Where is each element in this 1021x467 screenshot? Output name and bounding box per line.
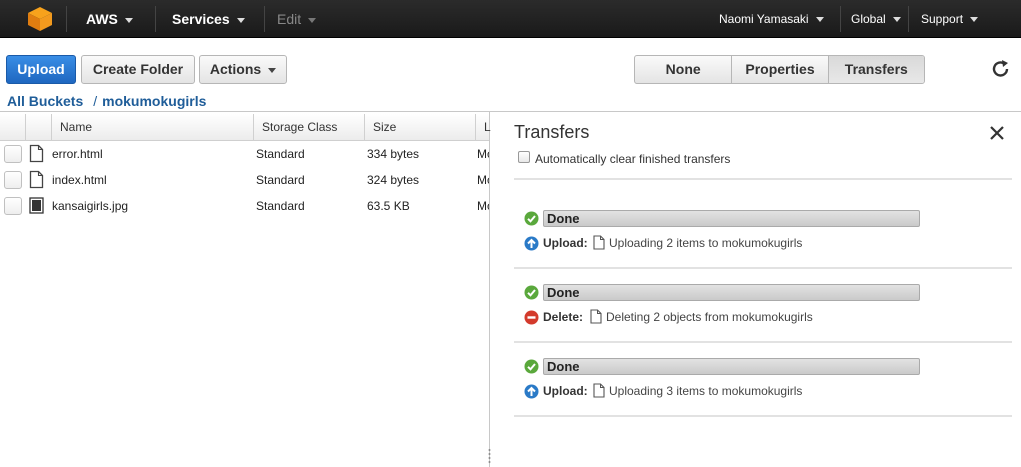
upload-arrow-icon bbox=[524, 236, 539, 251]
panel-divider bbox=[514, 178, 1012, 180]
storage-class: Standard bbox=[256, 147, 305, 161]
services-menu-label: Services bbox=[172, 11, 230, 27]
actions-button-label: Actions bbox=[209, 61, 262, 77]
nav-separator bbox=[264, 6, 265, 32]
document-icon bbox=[590, 309, 602, 324]
row-checkbox[interactable] bbox=[4, 145, 22, 163]
file-size: 334 bytes bbox=[367, 147, 420, 161]
support-menu[interactable]: Support bbox=[921, 0, 979, 38]
top-nav-bar: AWS Services Edit Naomi Yamasaki Global … bbox=[0, 0, 1021, 38]
region-menu[interactable]: Global bbox=[851, 0, 901, 38]
transfers-toggle-button[interactable]: Transfers bbox=[828, 56, 924, 83]
table-header: Name Storage Class Size L bbox=[0, 114, 491, 141]
resize-grip-icon[interactable] bbox=[487, 447, 492, 465]
file-size: 63.5 KB bbox=[367, 199, 410, 213]
support-menu-label: Support bbox=[921, 12, 964, 26]
last-modified: Mo bbox=[477, 147, 489, 161]
document-icon bbox=[29, 144, 44, 163]
transfer-operation: Upload: bbox=[543, 236, 588, 250]
delete-icon bbox=[524, 310, 539, 325]
auto-clear-checkbox[interactable] bbox=[518, 151, 530, 163]
file-name[interactable]: error.html bbox=[52, 141, 252, 167]
chevron-down-icon bbox=[124, 17, 133, 23]
file-name[interactable]: index.html bbox=[52, 167, 252, 193]
image-icon bbox=[29, 197, 44, 214]
row-checkbox[interactable] bbox=[4, 197, 22, 215]
document-icon bbox=[593, 383, 605, 398]
file-name[interactable]: kansaigirls.jpg bbox=[52, 193, 252, 219]
view-toggle-group: None Properties Transfers bbox=[634, 55, 925, 84]
storage-class: Standard bbox=[256, 173, 305, 187]
check-circle-icon bbox=[524, 285, 539, 300]
user-menu[interactable]: Naomi Yamasaki bbox=[719, 0, 824, 38]
nav-separator bbox=[908, 6, 909, 32]
transfer-progress-bar: Done bbox=[543, 210, 920, 227]
chevron-down-icon bbox=[236, 17, 245, 23]
table-row[interactable]: kansaigirls.jpg Standard 63.5 KB Mo bbox=[0, 193, 489, 219]
check-circle-icon bbox=[524, 359, 539, 374]
services-menu[interactable]: Services bbox=[172, 0, 245, 38]
column-header-storage-class[interactable]: Storage Class bbox=[254, 114, 365, 141]
region-menu-label: Global bbox=[851, 12, 886, 26]
chevron-down-icon bbox=[268, 67, 277, 73]
aws-cube-logo-icon[interactable] bbox=[26, 6, 54, 32]
transfer-operation: Delete: bbox=[543, 310, 584, 324]
last-modified: Mo bbox=[477, 199, 489, 213]
transfer-progress-bar: Done bbox=[543, 284, 920, 301]
chevron-down-icon bbox=[970, 17, 979, 23]
table-row[interactable]: error.html Standard 334 bytes Mo bbox=[0, 141, 489, 167]
transfer-progress-bar: Done bbox=[543, 358, 920, 375]
panel-divider bbox=[514, 415, 1012, 417]
nav-separator bbox=[155, 6, 156, 32]
properties-toggle-button[interactable]: Properties bbox=[732, 56, 829, 83]
breadcrumb-separator: / bbox=[93, 93, 98, 109]
edit-menu[interactable]: Edit bbox=[277, 0, 317, 38]
panel-divider bbox=[514, 267, 1012, 269]
aws-menu[interactable]: AWS bbox=[86, 0, 133, 38]
column-header-size[interactable]: Size bbox=[365, 114, 476, 141]
storage-class: Standard bbox=[256, 199, 305, 213]
breadcrumb: All Buckets / mokumokugirls bbox=[7, 93, 206, 109]
panel-divider bbox=[514, 341, 1012, 343]
close-icon[interactable] bbox=[988, 124, 1006, 142]
transfer-description: Uploading 3 items to mokumokugirls bbox=[609, 384, 803, 398]
nav-separator bbox=[840, 6, 841, 32]
transfers-panel-title: Transfers bbox=[514, 122, 590, 142]
user-menu-label: Naomi Yamasaki bbox=[719, 12, 809, 26]
create-folder-button[interactable]: Create Folder bbox=[81, 55, 195, 84]
upload-button[interactable]: Upload bbox=[6, 55, 76, 84]
file-size: 324 bytes bbox=[367, 173, 420, 187]
chevron-down-icon bbox=[892, 17, 901, 23]
breadcrumb-all-buckets[interactable]: All Buckets bbox=[7, 93, 83, 109]
auto-clear-label[interactable]: Automatically clear finished transfers bbox=[535, 152, 730, 166]
row-checkbox[interactable] bbox=[4, 171, 22, 189]
last-modified: Mo bbox=[477, 173, 489, 187]
transfer-description: Deleting 2 objects from mokumokugirls bbox=[606, 310, 813, 324]
select-column-header bbox=[0, 114, 26, 141]
chevron-down-icon bbox=[815, 17, 824, 23]
refresh-icon[interactable] bbox=[990, 58, 1012, 80]
panel-splitter[interactable] bbox=[489, 111, 490, 467]
nav-separator bbox=[66, 6, 67, 32]
actions-button[interactable]: Actions bbox=[199, 55, 287, 84]
transfer-operation: Upload: bbox=[543, 384, 588, 398]
content-divider bbox=[0, 111, 1021, 112]
column-header-last-modified[interactable]: L bbox=[476, 114, 491, 141]
column-header-name[interactable]: Name bbox=[52, 114, 254, 141]
chevron-down-icon bbox=[308, 17, 317, 23]
aws-menu-label: AWS bbox=[86, 11, 118, 27]
check-circle-icon bbox=[524, 211, 539, 226]
breadcrumb-bucket[interactable]: mokumokugirls bbox=[102, 93, 206, 109]
none-toggle-button[interactable]: None bbox=[635, 56, 733, 83]
transfer-description: Uploading 2 items to mokumokugirls bbox=[609, 236, 803, 250]
document-icon bbox=[593, 235, 605, 250]
table-row[interactable]: index.html Standard 324 bytes Mo bbox=[0, 167, 489, 193]
icon-column-header bbox=[26, 114, 52, 141]
upload-arrow-icon bbox=[524, 384, 539, 399]
document-icon bbox=[29, 170, 44, 189]
edit-menu-label: Edit bbox=[277, 11, 302, 27]
